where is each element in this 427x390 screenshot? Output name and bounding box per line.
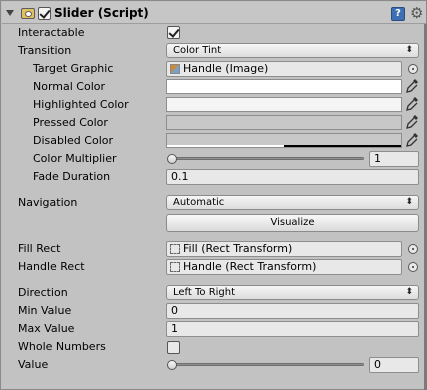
whole-numbers-checkbox[interactable] bbox=[167, 341, 180, 354]
value-label: Value bbox=[18, 358, 49, 371]
value-slider-track[interactable] bbox=[172, 363, 364, 366]
rect-transform-icon bbox=[170, 244, 180, 254]
navigation-label: Navigation bbox=[18, 196, 78, 209]
inspector-panel: Slider (Script) ? ⚙ Interactable Transit… bbox=[0, 0, 427, 390]
direction-dropdown-value: Left To Right bbox=[173, 287, 236, 298]
max-value-label: Max Value bbox=[18, 322, 75, 335]
navigation-dropdown[interactable]: Automatic ⬍ bbox=[166, 195, 419, 210]
min-value-label: Min Value bbox=[18, 304, 72, 317]
fill-rect-value: Fill (Rect Transform) bbox=[183, 242, 293, 255]
alpha-bar-remainder bbox=[167, 145, 284, 147]
color-multiplier-slider-thumb[interactable] bbox=[167, 154, 177, 164]
eyedropper-icon[interactable] bbox=[405, 78, 419, 94]
direction-label: Direction bbox=[18, 286, 68, 299]
rect-transform-icon bbox=[170, 262, 180, 272]
handle-rect-field[interactable]: Handle (Rect Transform) bbox=[166, 259, 402, 275]
component-header[interactable]: Slider (Script) ? ⚙ bbox=[2, 2, 426, 24]
target-graphic-label: Target Graphic bbox=[33, 62, 114, 75]
interactable-label: Interactable bbox=[18, 26, 85, 39]
highlighted-color-field[interactable] bbox=[166, 97, 402, 112]
value-field[interactable]: 0 bbox=[369, 357, 419, 373]
dropdown-arrow-icon: ⬍ bbox=[405, 287, 413, 297]
disabled-color-label: Disabled Color bbox=[33, 134, 114, 147]
disabled-color-field[interactable] bbox=[166, 133, 402, 148]
transition-label: Transition bbox=[18, 44, 72, 57]
target-graphic-value: Handle (Image) bbox=[183, 62, 269, 75]
pressed-color-label: Pressed Color bbox=[33, 116, 108, 129]
direction-dropdown[interactable]: Left To Right ⬍ bbox=[166, 285, 419, 300]
object-picker-icon[interactable] bbox=[408, 244, 418, 254]
min-value-field[interactable]: 0 bbox=[166, 303, 419, 319]
normal-color-field[interactable] bbox=[166, 79, 402, 94]
fade-duration-field[interactable]: 0.1 bbox=[166, 169, 419, 185]
interactable-checkbox[interactable] bbox=[167, 26, 180, 39]
handle-rect-value: Handle (Rect Transform) bbox=[183, 260, 317, 273]
fade-duration-label: Fade Duration bbox=[33, 170, 111, 183]
max-value-field[interactable]: 1 bbox=[166, 321, 419, 337]
image-icon bbox=[170, 64, 180, 74]
gear-icon[interactable]: ⚙ bbox=[410, 5, 423, 21]
dropdown-arrow-icon: ⬍ bbox=[405, 197, 413, 207]
eyedropper-icon[interactable] bbox=[405, 96, 419, 112]
foldout-arrow-icon[interactable] bbox=[6, 10, 14, 16]
transition-dropdown[interactable]: Color Tint ⬍ bbox=[166, 43, 419, 58]
dropdown-arrow-icon: ⬍ bbox=[405, 45, 413, 55]
color-multiplier-field[interactable]: 1 bbox=[369, 151, 419, 167]
script-icon bbox=[21, 8, 35, 19]
fill-rect-field[interactable]: Fill (Rect Transform) bbox=[166, 241, 402, 257]
color-multiplier-slider-track[interactable] bbox=[172, 157, 364, 160]
normal-color-label: Normal Color bbox=[33, 80, 106, 93]
transition-dropdown-value: Color Tint bbox=[173, 45, 222, 56]
fill-rect-label: Fill Rect bbox=[18, 242, 61, 255]
eyedropper-icon[interactable] bbox=[405, 114, 419, 130]
value-slider-thumb[interactable] bbox=[167, 360, 177, 370]
component-title: Slider (Script) bbox=[54, 6, 149, 20]
highlighted-color-label: Highlighted Color bbox=[33, 98, 129, 111]
object-picker-icon[interactable] bbox=[408, 64, 418, 74]
eyedropper-icon[interactable] bbox=[405, 132, 419, 148]
target-graphic-field[interactable]: Handle (Image) bbox=[166, 61, 402, 77]
alpha-bar bbox=[284, 145, 401, 147]
whole-numbers-label: Whole Numbers bbox=[18, 340, 106, 353]
visualize-button[interactable]: Visualize bbox=[166, 214, 419, 232]
pressed-color-field[interactable] bbox=[166, 115, 402, 130]
component-enabled-checkbox[interactable] bbox=[38, 7, 51, 20]
handle-rect-label: Handle Rect bbox=[18, 260, 85, 273]
help-book-icon[interactable]: ? bbox=[391, 7, 405, 21]
object-picker-icon[interactable] bbox=[408, 262, 418, 272]
color-multiplier-label: Color Multiplier bbox=[33, 152, 117, 165]
navigation-dropdown-value: Automatic bbox=[173, 197, 225, 208]
